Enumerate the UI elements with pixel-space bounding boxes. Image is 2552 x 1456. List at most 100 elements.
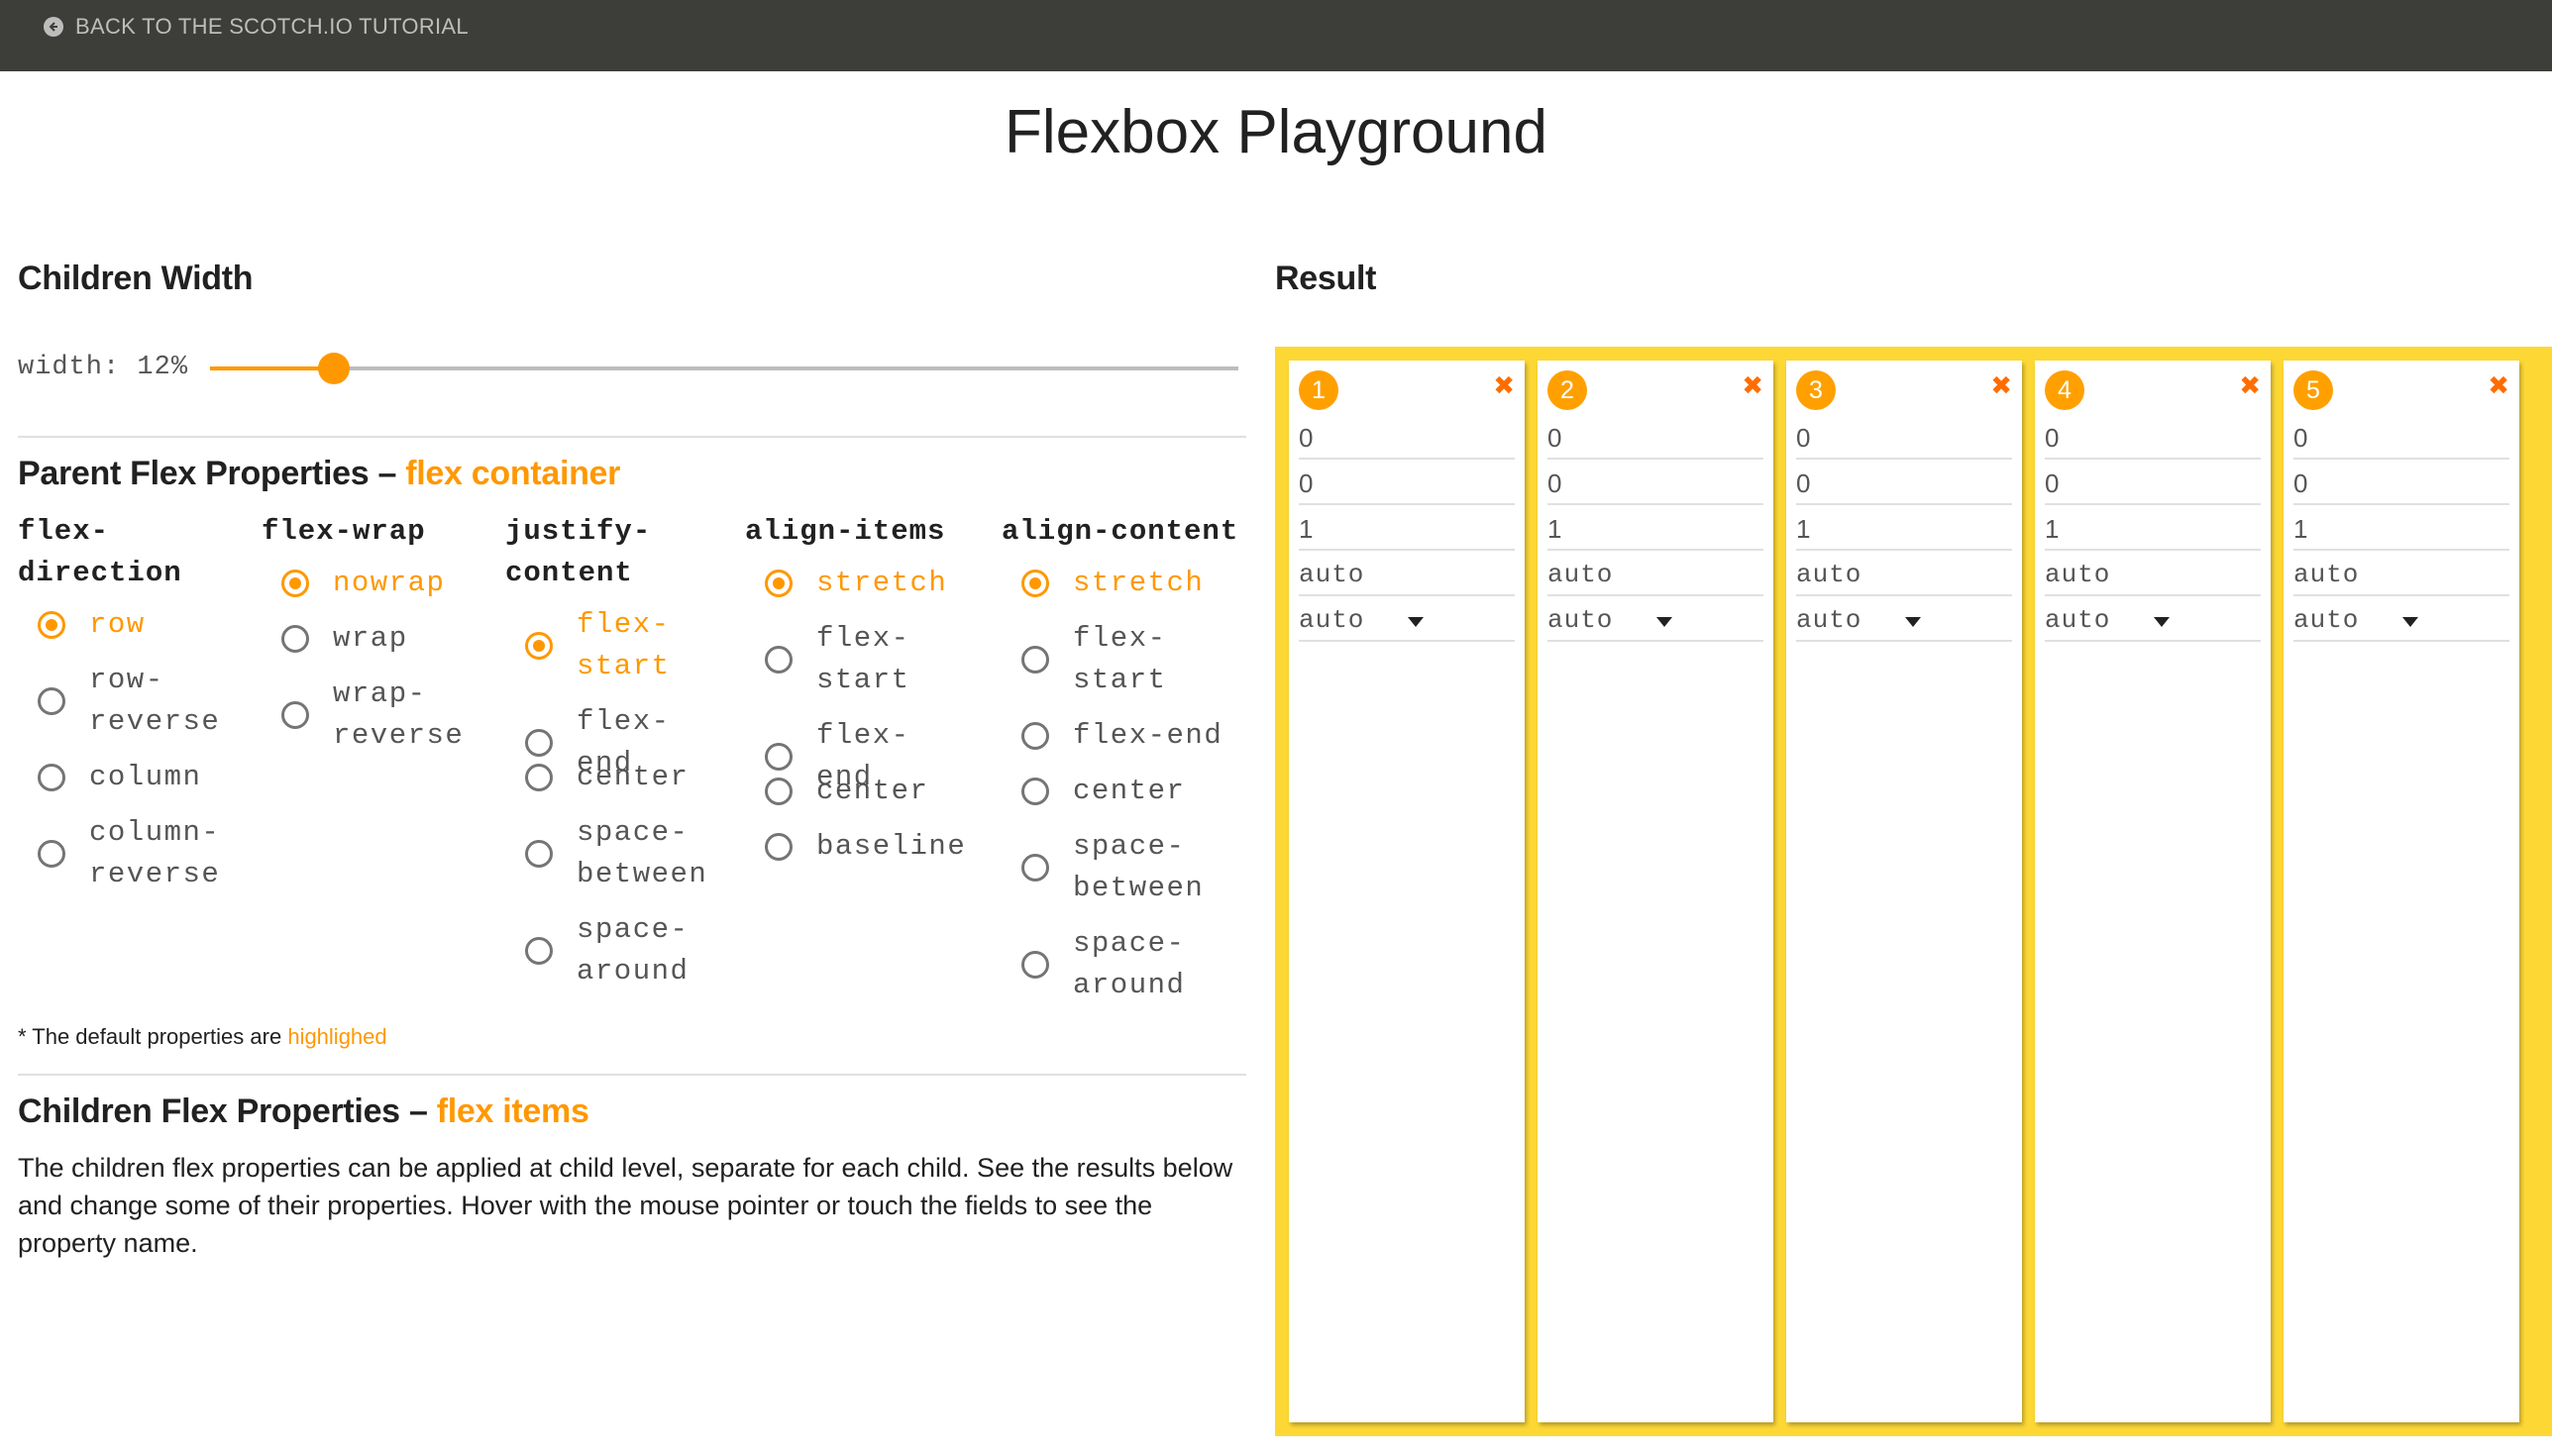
item-number-badge: 3 <box>1796 370 1836 410</box>
field-flex-grow[interactable]: 1 <box>2293 507 2509 551</box>
option-label-line: space- <box>577 816 690 849</box>
option-label-line: wrap- <box>333 677 427 710</box>
radio-unchecked-icon[interactable] <box>1021 722 1049 750</box>
radio-unchecked-icon[interactable] <box>1021 951 1049 979</box>
field-order[interactable]: 0 <box>1547 416 1763 460</box>
option-flex-start[interactable]: flex-start <box>765 618 910 701</box>
close-x-icon[interactable]: ✖ <box>1990 370 2012 400</box>
property-name-line: align-items <box>745 515 946 548</box>
field-order[interactable]: 0 <box>2045 416 2261 460</box>
option-column[interactable]: column <box>38 757 201 798</box>
field-flex-basis[interactable]: auto <box>2293 553 2509 596</box>
option-flex-end[interactable]: flex-end <box>1021 715 1223 757</box>
dropdown-arrow-icon[interactable] <box>1408 617 1424 627</box>
field-flex-grow[interactable]: 1 <box>1299 507 1515 551</box>
option-row[interactable]: row <box>38 604 146 646</box>
radio-unchecked-icon[interactable] <box>38 764 65 791</box>
option-label-line: reverse <box>89 858 221 890</box>
option-flex-start[interactable]: flex-start <box>525 604 671 687</box>
radio-unchecked-icon[interactable] <box>525 840 553 868</box>
option-column-reverse[interactable]: column-reverse <box>38 812 220 895</box>
width-slider-thumb[interactable] <box>317 353 350 384</box>
radio-unchecked-icon[interactable] <box>1021 778 1049 805</box>
dropdown-arrow-icon[interactable] <box>1656 617 1672 627</box>
field-align-self[interactable]: auto <box>2045 598 2261 642</box>
radio-unchecked-icon[interactable] <box>765 646 793 674</box>
field-flex-shrink-0[interactable]: 0 <box>1547 462 1763 505</box>
radio-checked-icon[interactable] <box>765 570 793 597</box>
radio-checked-icon[interactable] <box>281 570 309 597</box>
option-center[interactable]: center <box>765 771 928 812</box>
option-label-line: around <box>1073 969 1186 1001</box>
dropdown-arrow-icon[interactable] <box>2154 617 2170 627</box>
dropdown-arrow-icon[interactable] <box>2402 617 2418 627</box>
radio-unchecked-icon[interactable] <box>525 937 553 965</box>
dropdown-arrow-icon[interactable] <box>1905 617 1921 627</box>
option-label-line: space- <box>577 913 690 946</box>
option-label-line: flex- <box>577 608 671 641</box>
property-name-line: flex-wrap <box>262 515 426 548</box>
radio-unchecked-icon[interactable] <box>765 743 793 771</box>
radio-checked-icon[interactable] <box>525 632 553 660</box>
option-row-reverse[interactable]: row-reverse <box>38 660 220 743</box>
property-name-line: content <box>505 557 633 589</box>
option-space-between[interactable]: space-between <box>1021 826 1204 909</box>
option-flex-start[interactable]: flex-start <box>1021 618 1167 701</box>
radio-unchecked-icon[interactable] <box>1021 854 1049 882</box>
back-to-tutorial-link[interactable]: BACK TO THE SCOTCH.IO TUTORIAL <box>44 14 469 40</box>
close-x-icon[interactable]: ✖ <box>1742 370 1763 400</box>
radio-unchecked-icon[interactable] <box>281 625 309 653</box>
radio-unchecked-icon[interactable] <box>38 840 65 868</box>
width-slider[interactable] <box>210 353 1238 384</box>
property-name-line: direction <box>18 557 182 589</box>
field-flex-basis[interactable]: auto <box>1547 553 1763 596</box>
field-flex-basis[interactable]: auto <box>1299 553 1515 596</box>
close-x-icon[interactable]: ✖ <box>2239 370 2261 400</box>
option-space-between[interactable]: space-between <box>525 812 707 895</box>
field-align-self[interactable]: auto <box>1299 598 1515 642</box>
flex-item-card: 4 ✖ 0 0 1 auto auto <box>2035 361 2271 1422</box>
field-align-self[interactable]: auto <box>1547 598 1763 642</box>
field-value: auto <box>2045 560 2111 589</box>
option-center[interactable]: center <box>525 757 689 798</box>
option-wrap[interactable]: wrap <box>281 618 408 660</box>
option-space-around[interactable]: space-around <box>525 909 689 992</box>
close-x-icon[interactable]: ✖ <box>1493 370 1515 400</box>
radio-unchecked-icon[interactable] <box>1021 646 1049 674</box>
field-flex-grow[interactable]: 1 <box>1547 507 1763 551</box>
property-name-line: justify- <box>505 515 652 548</box>
option-space-around[interactable]: space-around <box>1021 923 1185 1006</box>
radio-unchecked-icon[interactable] <box>765 833 793 861</box>
radio-unchecked-icon[interactable] <box>38 687 65 715</box>
option-label: flex-end <box>1073 715 1223 757</box>
option-center[interactable]: center <box>1021 771 1185 812</box>
field-flex-grow[interactable]: 1 <box>2045 507 2261 551</box>
field-order[interactable]: 0 <box>1796 416 2012 460</box>
option-stretch[interactable]: stretch <box>1021 563 1204 604</box>
radio-unchecked-icon[interactable] <box>525 729 553 757</box>
close-x-icon[interactable]: ✖ <box>2488 370 2509 400</box>
field-align-self[interactable]: auto <box>2293 598 2509 642</box>
field-flex-shrink-0[interactable]: 0 <box>2293 462 2509 505</box>
field-order[interactable]: 0 <box>2293 416 2509 460</box>
option-nowrap[interactable]: nowrap <box>281 563 445 604</box>
option-stretch[interactable]: stretch <box>765 563 947 604</box>
option-label-line: stretch <box>816 567 948 599</box>
radio-checked-icon[interactable] <box>1021 570 1049 597</box>
field-flex-basis[interactable]: auto <box>1796 553 2012 596</box>
option-baseline[interactable]: baseline <box>765 826 966 868</box>
field-order[interactable]: 0 <box>1299 416 1515 460</box>
option-label: space-around <box>1073 923 1185 1006</box>
option-label-line: flex- <box>816 622 910 655</box>
field-flex-grow[interactable]: 1 <box>1796 507 2012 551</box>
radio-checked-icon[interactable] <box>38 611 65 639</box>
field-flex-basis[interactable]: auto <box>2045 553 2261 596</box>
field-align-self[interactable]: auto <box>1796 598 2012 642</box>
field-flex-shrink-0[interactable]: 0 <box>1299 462 1515 505</box>
option-wrap-reverse[interactable]: wrap-reverse <box>281 674 464 757</box>
field-flex-shrink-0[interactable]: 0 <box>1796 462 2012 505</box>
radio-unchecked-icon[interactable] <box>281 701 309 729</box>
field-flex-shrink-0[interactable]: 0 <box>2045 462 2261 505</box>
radio-unchecked-icon[interactable] <box>525 764 553 791</box>
radio-unchecked-icon[interactable] <box>765 778 793 805</box>
